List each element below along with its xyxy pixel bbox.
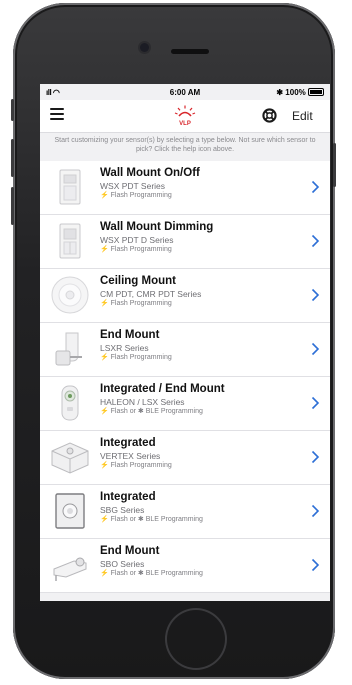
vlp-logo: VLP: [174, 105, 196, 127]
sensor-programming: ⚡ Flash Programming: [100, 462, 172, 469]
sensor-title: Integrated: [100, 437, 156, 449]
home-button[interactable]: [167, 610, 225, 668]
front-camera: [140, 43, 149, 52]
wall-switch-thumbnail: [59, 169, 81, 205]
sensor-title: Wall Mount On/Off: [100, 167, 200, 179]
sbo-sensor-thumbnail: [53, 557, 87, 581]
sensor-series: WSX PDT D Series: [100, 235, 174, 245]
chevron-right-icon: [311, 234, 320, 248]
status-bar: ıll ◠ 6:00 AM ✱ 100%: [40, 84, 330, 100]
sensor-row-integrated-end-mount[interactable]: Integrated / End Mount HALEON / LSX Seri…: [40, 377, 330, 431]
chevron-right-icon: [311, 450, 320, 464]
sensor-series: WSX PDT Series: [100, 181, 166, 191]
chevron-right-icon: [311, 342, 320, 356]
chevron-right-icon: [311, 288, 320, 302]
power-button: [333, 143, 336, 187]
sensor-series: LSXR Series: [100, 343, 149, 353]
volume-up-button: [11, 139, 14, 177]
chevron-right-icon: [311, 558, 320, 572]
sensor-series: SBO Series: [100, 559, 145, 569]
volume-down-button: [11, 187, 14, 225]
sensor-row-wall-mount-on-off[interactable]: Wall Mount On/Off WSX PDT Series ⚡ Flash…: [40, 161, 330, 215]
sensor-title: Wall Mount Dimming: [100, 221, 214, 233]
sensor-row-end-mount-sbo[interactable]: End Mount SBO Series ⚡ Flash or ✱ BLE Pr…: [40, 539, 330, 593]
sbg-sensor-thumbnail: [55, 493, 85, 529]
sensor-row-integrated-sbg[interactable]: Integrated SBG Series ⚡ Flash or ✱ BLE P…: [40, 485, 330, 539]
battery-icon: [308, 88, 324, 96]
sensor-series: VERTEX Series: [100, 451, 161, 461]
edit-button[interactable]: Edit: [292, 109, 313, 123]
sensor-programming: ⚡ Flash or ✱ BLE Programming: [100, 516, 203, 523]
sensor-row-integrated-vertex[interactable]: Integrated VERTEX Series ⚡ Flash Program…: [40, 431, 330, 485]
sensor-programming: ⚡ Flash Programming: [100, 192, 172, 199]
sensor-title: Ceiling Mount: [100, 275, 177, 287]
mute-switch: [11, 99, 14, 121]
sensor-programming: ⚡ Flash or ✱ BLE Programming: [100, 570, 203, 577]
hamburger-icon[interactable]: [50, 108, 64, 120]
sensor-title: Integrated / End Mount: [100, 383, 225, 395]
haleon-sensor-thumbnail: [61, 385, 79, 421]
sensor-title: End Mount: [100, 545, 160, 557]
ceiling-sensor-thumbnail: [51, 276, 89, 314]
chevron-right-icon: [311, 396, 320, 410]
instruction-text: Start customizing your sensor(s) by sele…: [54, 137, 316, 153]
sensor-series: SBG Series: [100, 505, 145, 515]
sensor-series: HALEON / LSX Series: [100, 397, 185, 407]
vertex-sensor-thumbnail: [51, 442, 89, 474]
chevron-right-icon: [311, 180, 320, 194]
app-screen: ıll ◠ 6:00 AM ✱ 100% VLP Edit Start cust…: [40, 84, 330, 601]
sensor-row-ceiling-mount[interactable]: Ceiling Mount CM PDT, CMR PDT Series ⚡ F…: [40, 269, 330, 323]
end-mount-sensor-thumbnail: [55, 332, 82, 366]
sensor-programming: ⚡ Flash or ✱ BLE Programming: [100, 408, 203, 415]
sensor-list: Wall Mount On/Off WSX PDT Series ⚡ Flash…: [40, 161, 330, 593]
sensor-programming: ⚡ Flash Programming: [100, 354, 172, 361]
sensor-row-wall-mount-dimming[interactable]: Wall Mount Dimming WSX PDT D Series ⚡ Fl…: [40, 215, 330, 269]
sensor-title: End Mount: [100, 329, 160, 341]
sensor-row-end-mount-lsxr[interactable]: End Mount LSXR Series ⚡ Flash Programmin…: [40, 323, 330, 377]
earpiece-speaker: [171, 49, 209, 54]
battery-indicator: ✱ 100%: [276, 88, 324, 97]
svg-text:VLP: VLP: [179, 121, 191, 127]
sensor-series: CM PDT, CMR PDT Series: [100, 289, 202, 299]
lifebuoy-icon[interactable]: [262, 108, 277, 123]
chevron-right-icon: [311, 504, 320, 518]
sensor-programming: ⚡ Flash Programming: [100, 300, 172, 307]
sensor-title: Integrated: [100, 491, 156, 503]
sensor-programming: ⚡ Flash Programming: [100, 246, 172, 253]
nav-bar: VLP Edit: [40, 100, 330, 133]
wall-dimmer-thumbnail: [59, 223, 81, 259]
